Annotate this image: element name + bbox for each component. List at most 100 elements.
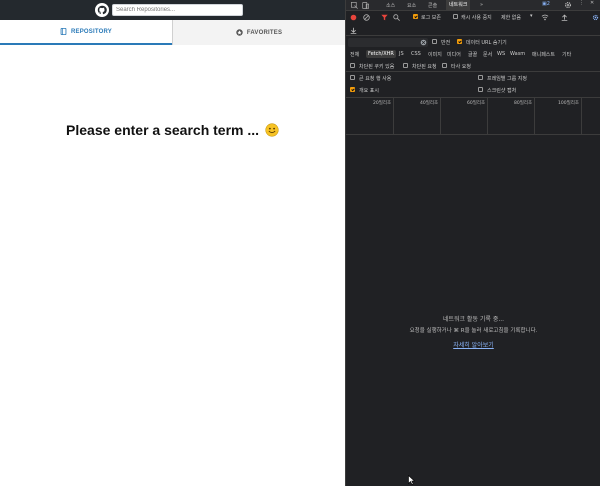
github-icon[interactable] [95, 3, 109, 17]
learn-more-link[interactable]: 자세히 알아보기 [346, 340, 600, 349]
screenshots-check-icon [478, 87, 483, 92]
throttle-select[interactable]: 제한 없음 [501, 14, 521, 21]
filter-manifest[interactable]: 매니페스트 [532, 51, 555, 58]
timeline-label: 20밀리초 [373, 101, 392, 106]
filter-input[interactable] [348, 38, 428, 47]
close-devtools-icon[interactable]: ✕ [590, 0, 594, 6]
timeline-overview[interactable]: 20밀리초 40밀리초 60밀리초 80밀리초 100밀리초 [346, 97, 600, 135]
devtools-panel: 소스 요소 콘솔 네트워크 » ▣2 ⋮ ✕ 로그 보존 캐시 사용 중지 제한… [345, 0, 600, 486]
network-conditions-icon[interactable] [541, 14, 549, 21]
filter-css[interactable]: CSS [411, 51, 421, 57]
third-party-check-icon [442, 63, 447, 68]
mouse-cursor-icon [408, 475, 415, 485]
upload-icon[interactable] [561, 14, 568, 21]
clear-filter-icon[interactable] [420, 39, 427, 46]
book-icon [60, 28, 67, 35]
tab-favorites-label: FAVORITES [246, 29, 283, 36]
group-by-frame-check-icon [478, 75, 483, 80]
settings-gear-icon[interactable] [564, 1, 572, 9]
filter-doc[interactable]: 문서 [483, 51, 492, 58]
star-circle-icon [236, 29, 243, 36]
filter-ws[interactable]: WS [497, 51, 505, 57]
issues-count: 2 [546, 1, 550, 7]
filter-media[interactable]: 미디어 [447, 51, 461, 58]
big-rows-checkbox[interactable] [350, 75, 355, 81]
blocked-requests-check-icon [403, 63, 408, 68]
preserve-log-label: 로그 보존 [421, 15, 441, 21]
big-rows-label: 큰 요청 행 사용 [359, 76, 392, 82]
filter-font[interactable]: 글꼴 [468, 51, 477, 58]
devtools-tab-network[interactable]: 네트워크 [446, 0, 471, 10]
tab-favorites[interactable]: FAVORITES [172, 20, 345, 45]
devtools-tab-elements[interactable]: 요소 [407, 2, 416, 9]
filter-wasm[interactable]: Wasm [510, 51, 525, 57]
recording-message: 네트워크 활동 기록 중... [442, 316, 505, 323]
blocked-cookies-label: 차단된 쿠키 있음 [359, 64, 395, 70]
tab-bar: REPOSITORY FAVORITES [0, 20, 345, 45]
filter-image[interactable]: 이미지 [428, 51, 442, 58]
overview-checkbox[interactable] [350, 87, 355, 93]
devtools-tab-console[interactable]: 콘솔 [428, 2, 437, 9]
type-filter-bar: 전체 Fetch/XHR JS CSS 이미지 미디어 글꼴 문서 WS Was… [346, 50, 600, 60]
devtools-tab-sources[interactable]: 소스 [386, 2, 395, 9]
search-icon[interactable] [393, 14, 400, 21]
clear-icon[interactable] [363, 14, 370, 21]
preserve-log-checkbox[interactable] [413, 14, 418, 20]
group-by-frame-checkbox[interactable] [478, 75, 483, 81]
blocked-cookies-check-icon [350, 63, 355, 68]
blocked-row: 차단된 쿠키 있음 차단된 요청 타사 요청 [346, 62, 600, 72]
recording-hint: 요청을 실행하거나 ⌘ R을 눌러 새로고침을 기록합니다. [409, 328, 538, 334]
timeline-gridline [393, 98, 394, 135]
hide-data-urls-check-icon [457, 39, 462, 44]
hide-data-urls-label: 데이터 URL 숨기기 [466, 40, 507, 46]
download-row [346, 26, 600, 36]
more-tabs-icon[interactable]: » [480, 2, 483, 8]
timeline-gridline [581, 98, 582, 135]
search-input[interactable] [112, 4, 243, 16]
download-icon[interactable] [350, 27, 357, 34]
throttle-chevron-icon[interactable]: ▾ [530, 13, 533, 19]
network-toolbar: 로그 보존 캐시 사용 중지 제한 없음 ▾ [346, 13, 600, 23]
filter-other[interactable]: 기타 [562, 51, 571, 58]
overview-label: 개요 표시 [359, 88, 379, 94]
filter-row: 반전 데이터 URL 숨기기 [346, 38, 600, 48]
preserve-log-check-icon [413, 14, 418, 19]
tab-repository[interactable]: REPOSITORY [0, 20, 172, 45]
settings-row-1: 큰 요청 행 사용 프레임별 그룹 지정 [346, 74, 600, 84]
timeline-label: 40밀리초 [420, 101, 439, 106]
app-window: REPOSITORY FAVORITES Please enter a sear… [0, 0, 345, 486]
filter-icon[interactable] [381, 14, 388, 21]
screenshots-checkbox[interactable] [478, 87, 483, 93]
disable-cache-label: 캐시 사용 중지 [461, 15, 492, 21]
app-header [0, 0, 345, 20]
blocked-requests-label: 차단된 요청 [412, 64, 437, 70]
filter-all[interactable]: 전체 [350, 51, 359, 58]
blocked-cookies-checkbox[interactable] [350, 63, 355, 69]
overview-check-icon [350, 87, 355, 92]
inspect-icon[interactable] [351, 2, 358, 9]
settings-row-2: 개요 표시 스크린샷 캡처 [346, 86, 600, 96]
kebab-menu-icon[interactable]: ⋮ [579, 0, 584, 6]
issues-badge[interactable]: ▣2 [542, 1, 550, 7]
third-party-checkbox[interactable] [442, 63, 447, 69]
invert-check-icon [432, 39, 437, 44]
filter-js[interactable]: JS [399, 51, 404, 57]
big-rows-check-icon [350, 75, 355, 80]
disable-cache-checkbox[interactable] [453, 14, 458, 20]
timeline-label: 100밀리초 [558, 101, 580, 106]
device-toggle-icon[interactable] [362, 2, 369, 9]
filter-fetch-xhr[interactable]: Fetch/XHR [366, 50, 396, 58]
timeline-gridline [487, 98, 488, 135]
blocked-requests-checkbox[interactable] [403, 63, 408, 69]
group-by-frame-label: 프레임별 그룹 지정 [487, 76, 527, 82]
hide-data-urls-checkbox[interactable] [457, 39, 462, 45]
tab-repository-label: REPOSITORY [70, 28, 112, 35]
timeline-label: 60밀리초 [467, 101, 486, 106]
timeline-gridline [534, 98, 535, 135]
empty-search-text: Please enter a search term ... [66, 122, 260, 138]
timeline-label: 80밀리초 [514, 101, 533, 106]
disable-cache-check-icon [453, 14, 458, 19]
record-icon[interactable] [350, 14, 357, 21]
invert-checkbox[interactable] [432, 39, 437, 45]
network-settings-gear-icon[interactable] [592, 14, 599, 21]
